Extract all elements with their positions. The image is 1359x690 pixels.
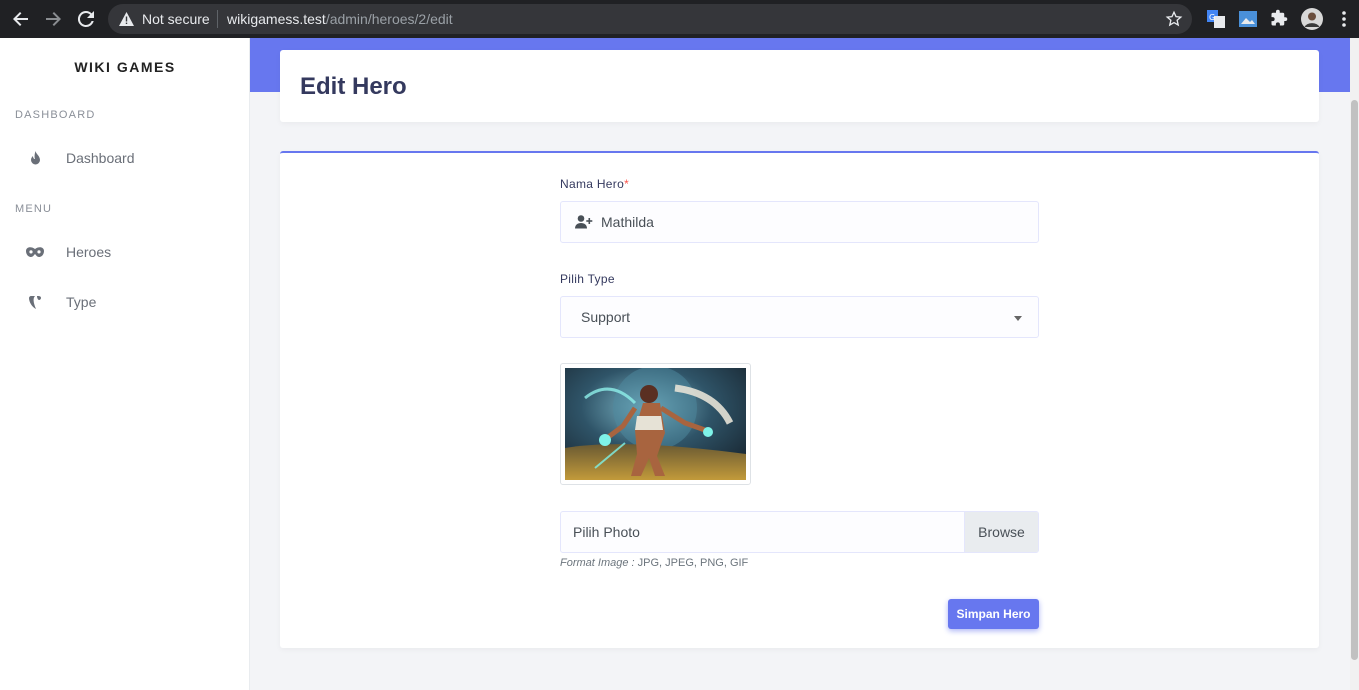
scrollbar-thumb[interactable] [1351,100,1358,660]
bookmark-star-icon[interactable] [1165,10,1183,33]
name-label: Nama Hero* [560,177,629,191]
type-select[interactable]: Support [560,296,1039,338]
photo-file-input[interactable]: Pilih Photo Browse [560,511,1039,553]
type-selected-value: Support [581,309,631,325]
url-host: wikigamess.test [227,11,326,27]
form-card: Nama Hero* Mathilda Pilih Type Support P… [280,151,1319,648]
address-bar[interactable]: Not secure wikigamess.test/admin/heroes/… [108,4,1192,34]
hero-name-value: Mathilda [601,214,654,230]
required-mark: * [624,177,630,191]
menu-header-dashboard: DASHBOARD [15,109,96,121]
warning-icon [119,12,134,31]
page-title: Edit Hero [300,73,407,100]
sidebar-item-label: Dashboard [66,150,135,166]
name-label-text: Nama Hero [560,177,625,191]
fire-icon [26,150,44,166]
url-path: /admin/heroes/2/edit [325,11,453,27]
url-text: wikigamess.test/admin/heroes/2/edit [227,11,453,27]
mask-icon [26,244,44,260]
security-label: Not secure [142,11,210,27]
menu-header-menu: MENU [15,203,53,215]
chevron-down-icon [1014,316,1022,321]
save-hero-button[interactable]: Simpan Hero [948,599,1039,629]
browser-menu-icon[interactable] [1336,9,1356,29]
forward-icon[interactable] [42,8,64,30]
sidebar-item-label: Heroes [66,244,112,260]
reload-icon[interactable] [75,8,97,30]
user-plus-icon [575,215,593,234]
sidebar-item-heroes[interactable]: Heroes [0,232,249,272]
back-icon[interactable] [10,8,32,30]
format-hint-list: JPG, JPEG, PNG, GIF [637,557,749,569]
main-content: Edit Hero Nama Hero* Mathilda Pilih Type… [250,38,1350,690]
profile-avatar[interactable] [1301,8,1323,30]
browser-toolbar: Not secure wikigamess.test/admin/heroes/… [0,0,1359,38]
type-label: Pilih Type [560,272,615,286]
omnibox-divider [217,10,218,28]
page-scrollbar[interactable] [1350,38,1359,690]
sidebar-item-dashboard[interactable]: Dashboard [0,138,249,178]
screenshot-extension-icon[interactable] [1238,9,1258,29]
brand-logo[interactable]: WIKI GAMES [0,59,250,75]
format-hint: Format Image : JPG, JPEG, PNG, GIF [560,557,748,569]
sidebar: WIKI GAMES DASHBOARD Dashboard MENU Hero… [0,38,250,690]
format-hint-prefix: Format Image : [560,557,635,569]
translate-extension-icon[interactable]: G [1206,9,1226,29]
photo-file-placeholder: Pilih Photo [573,524,640,540]
section-header: Edit Hero [280,50,1319,122]
svg-text:G: G [1209,13,1215,22]
sidebar-item-label: Type [66,294,97,310]
hero-name-input[interactable]: Mathilda [560,201,1039,243]
hero-photo-preview [560,363,751,485]
browse-button[interactable]: Browse [964,512,1038,552]
puzzle-extensions-icon[interactable] [1270,9,1290,29]
typo3-icon [26,294,44,310]
sidebar-item-type[interactable]: Type [0,282,249,322]
